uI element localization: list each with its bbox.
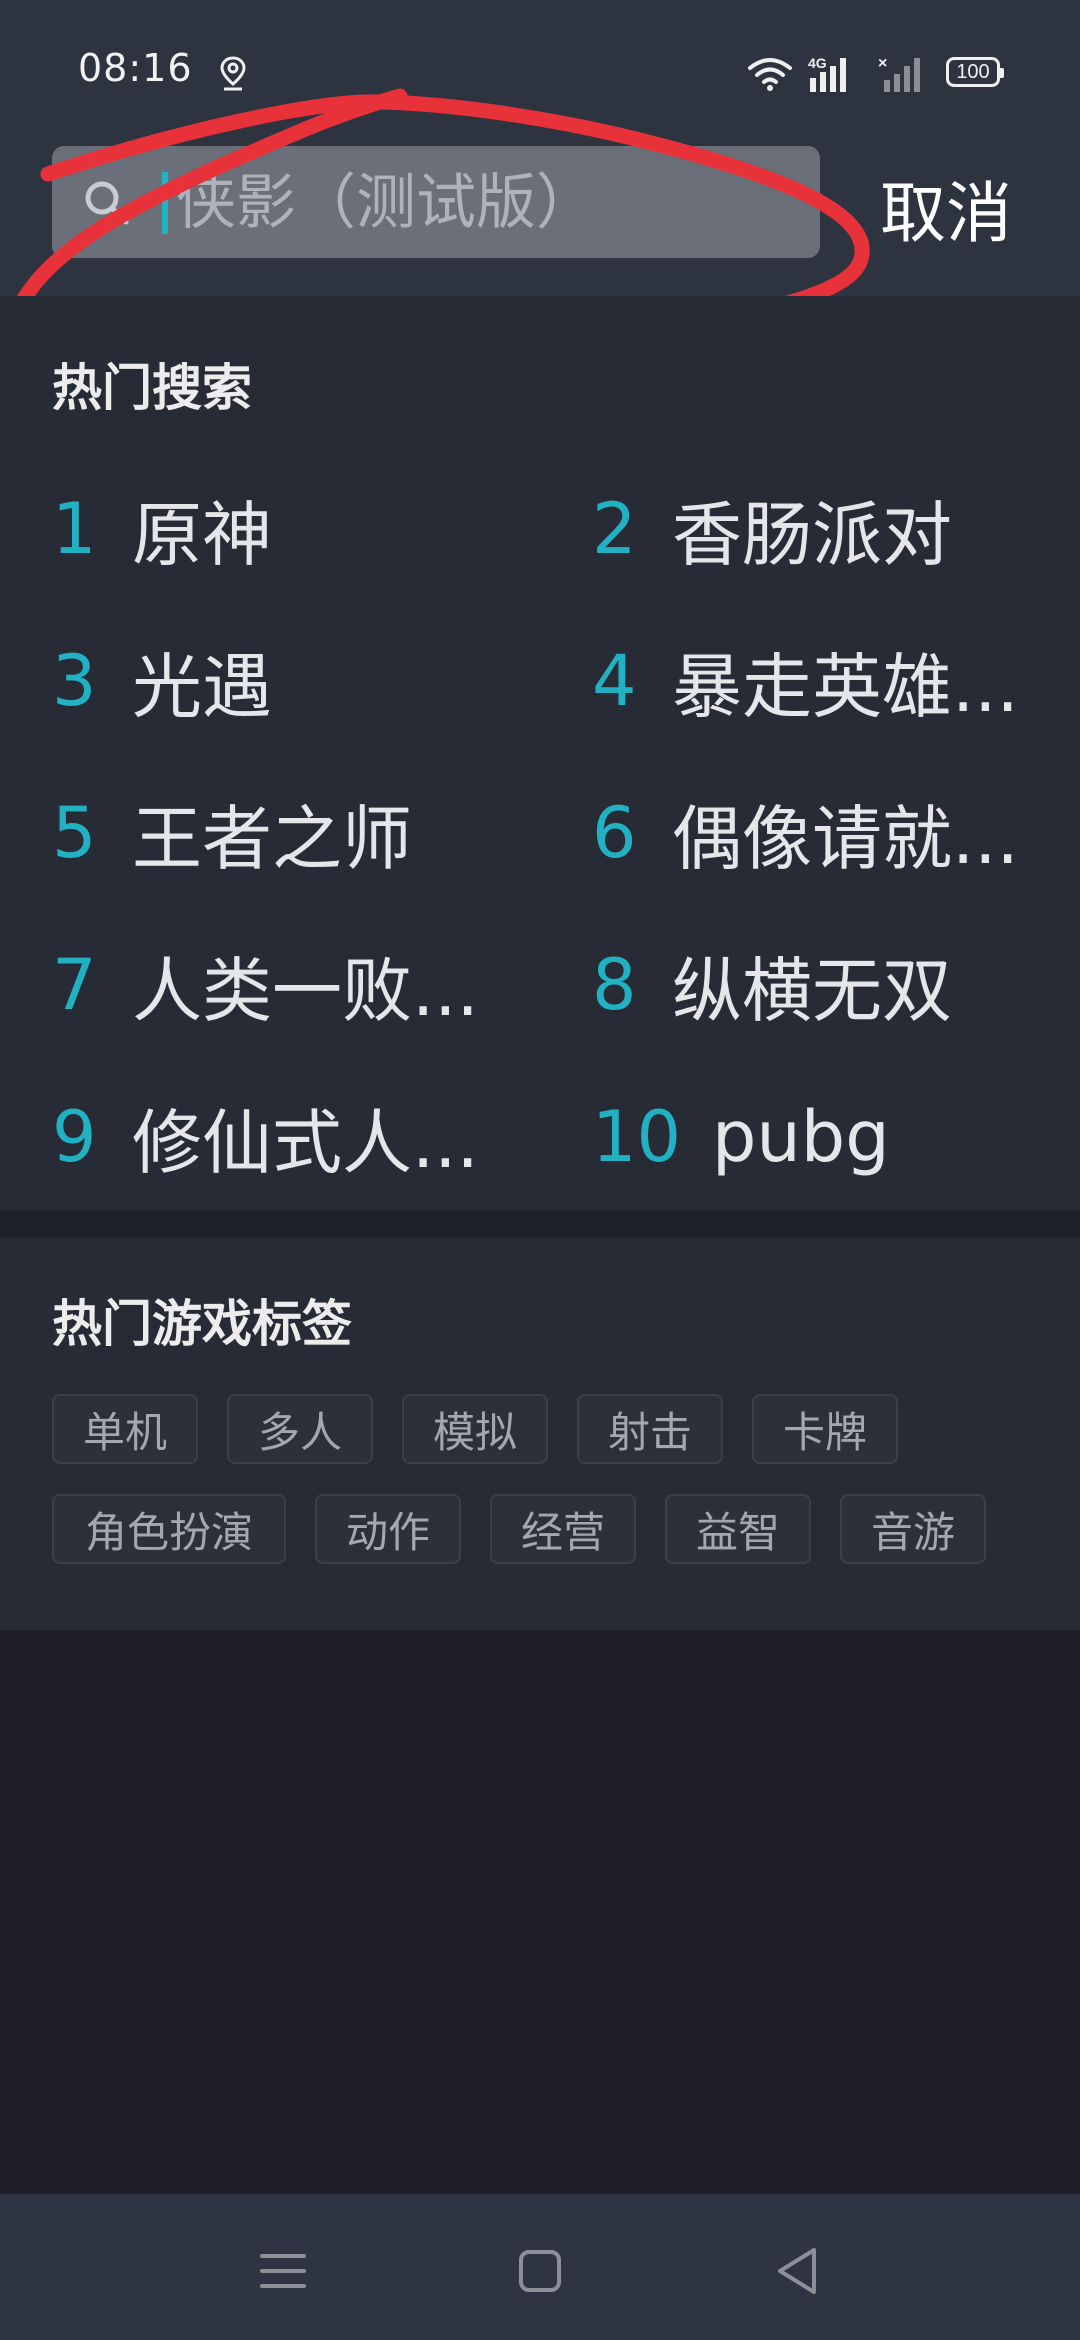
- svg-text:×: ×: [878, 55, 887, 72]
- hot-label: 暴走英雄...: [672, 645, 1019, 728]
- section-divider: [0, 1210, 1080, 1238]
- hot-rank: 2: [592, 488, 637, 570]
- hot-label: 修仙式人...: [132, 1101, 479, 1184]
- tag-chip[interactable]: 益智: [665, 1494, 811, 1564]
- hot-label: 光遇: [132, 645, 272, 728]
- hot-label: 原神: [132, 493, 272, 576]
- hot-search-item[interactable]: 10 pubg: [592, 1082, 1052, 1192]
- tag-chip[interactable]: 单机: [52, 1394, 198, 1464]
- hot-rank: 4: [592, 640, 637, 722]
- hot-rank: 3: [52, 640, 97, 722]
- hot-rank: 8: [592, 944, 637, 1026]
- tag-chip[interactable]: 卡牌: [752, 1394, 898, 1464]
- tag-chip[interactable]: 射击: [577, 1394, 723, 1464]
- navigation-bar: [0, 2194, 1080, 2340]
- location-icon: [220, 56, 246, 91]
- hot-search-title: 热门搜索: [52, 359, 252, 417]
- signal-icon: 4G: [808, 55, 846, 92]
- tag-chip[interactable]: 角色扮演: [52, 1494, 286, 1564]
- hot-rank: 6: [592, 792, 637, 874]
- hot-search-item[interactable]: 1 原神: [52, 474, 512, 584]
- search-icon: [85, 181, 129, 225]
- hot-tags-section: 热门游戏标签 单机 多人 模拟 射击 卡牌 角色扮演 动作 经营 益智 音游: [0, 1238, 1080, 1630]
- hot-label: 人类一败...: [132, 949, 479, 1032]
- hot-label: 香肠派对: [672, 493, 952, 576]
- hot-search-item[interactable]: 2 香肠派对: [592, 474, 1052, 584]
- hot-search-section: 热门搜索 1 原神 2 香肠派对 3 光遇 4 暴走英雄... 5 王者之师 6…: [0, 296, 1080, 1210]
- tag-chip[interactable]: 多人: [227, 1394, 373, 1464]
- hot-rank: 9: [52, 1096, 97, 1178]
- hot-search-item[interactable]: 5 王者之师: [52, 778, 512, 888]
- hot-rank: 10: [592, 1096, 682, 1178]
- hot-label: 偶像请就...: [672, 797, 1019, 880]
- wifi-icon: [748, 58, 792, 91]
- no-signal-icon: ×: [878, 55, 920, 92]
- tag-chip[interactable]: 经营: [490, 1494, 636, 1564]
- search-input[interactable]: [174, 158, 798, 248]
- hot-search-item[interactable]: 4 暴走英雄...: [592, 626, 1052, 736]
- menu-icon[interactable]: [248, 2236, 318, 2306]
- status-time: 08:16: [78, 46, 193, 90]
- top-bar: 08:16 4G × 100 侠影（测试版） 取消: [0, 0, 1080, 296]
- hot-search-item[interactable]: 8 纵横无双: [592, 930, 1052, 1040]
- hot-search-item[interactable]: 3 光遇: [52, 626, 512, 736]
- status-bar: 08:16 4G × 100: [0, 0, 1080, 140]
- tag-chip[interactable]: 模拟: [402, 1394, 548, 1464]
- hot-label: 纵横无双: [672, 949, 952, 1032]
- hot-rank: 7: [52, 944, 97, 1026]
- tag-chip[interactable]: 音游: [840, 1494, 986, 1564]
- tag-chip[interactable]: 动作: [315, 1494, 461, 1564]
- battery-icon: 100: [946, 57, 1004, 87]
- hot-search-item[interactable]: 6 偶像请就...: [592, 778, 1052, 888]
- hot-tags-title: 热门游戏标签: [52, 1295, 352, 1353]
- hot-label: 王者之师: [132, 797, 412, 880]
- cancel-button[interactable]: 取消: [880, 160, 1030, 252]
- home-icon[interactable]: [505, 2236, 575, 2306]
- network-label: 4G: [808, 55, 827, 71]
- hot-label: pubg: [712, 1096, 890, 1178]
- text-cursor: [162, 172, 168, 234]
- screen: 08:16 4G × 100 侠影（测试版） 取消 热门搜索 1 原神 2 香肠…: [0, 0, 1080, 2340]
- back-icon[interactable]: [762, 2236, 832, 2306]
- search-bar[interactable]: [52, 146, 820, 258]
- hot-rank: 1: [52, 488, 97, 570]
- hot-search-item[interactable]: 7 人类一败...: [52, 930, 512, 1040]
- hot-rank: 5: [52, 792, 97, 874]
- hot-search-item[interactable]: 9 修仙式人...: [52, 1082, 512, 1192]
